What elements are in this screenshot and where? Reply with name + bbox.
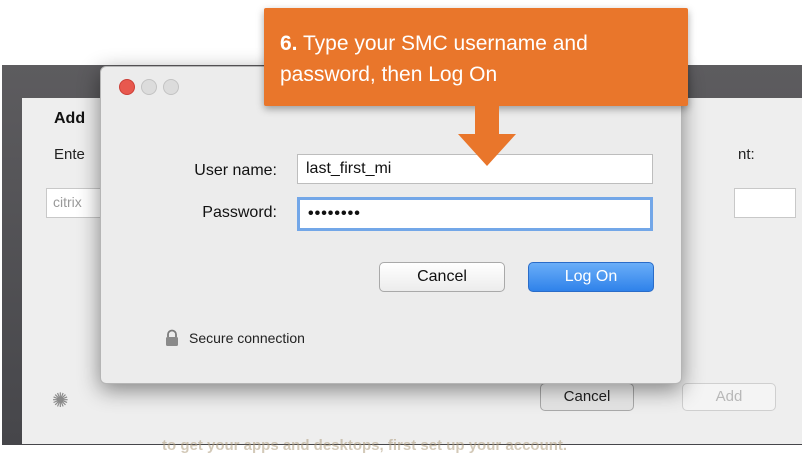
arrow-down-icon xyxy=(458,104,516,166)
enter-instruction-text: Ente xyxy=(54,146,85,163)
password-field[interactable] xyxy=(297,197,653,231)
server-address-input-right[interactable] xyxy=(734,188,796,218)
zoom-window-button[interactable] xyxy=(163,79,179,95)
background-cancel-button[interactable]: Cancel xyxy=(540,383,634,411)
enter-instruction-text-end: nt: xyxy=(738,146,755,163)
secure-connection-indicator: Secure connection xyxy=(163,329,305,347)
add-button[interactable]: Add xyxy=(682,383,776,411)
add-account-heading: Add xyxy=(54,110,86,127)
password-label: Password: xyxy=(202,204,277,221)
close-window-button[interactable] xyxy=(119,79,135,95)
log-on-button[interactable]: Log On xyxy=(528,262,654,292)
spinner-icon: ✺ xyxy=(52,390,69,412)
callout-text: 6. Type your SMC username and password, … xyxy=(280,28,680,90)
username-label: User name: xyxy=(194,162,277,179)
setup-account-text: to get your apps and desktops, first set… xyxy=(162,437,568,454)
callout-instruction: Type your SMC username and password, the… xyxy=(280,32,588,86)
minimize-window-button[interactable] xyxy=(141,79,157,95)
lock-icon xyxy=(166,329,178,346)
server-address-value: citrix xyxy=(53,194,82,210)
secure-connection-label: Secure connection xyxy=(189,330,305,346)
cancel-button[interactable]: Cancel xyxy=(379,262,505,292)
login-dialog: User name: Password: Cancel Log On Secur… xyxy=(100,66,682,384)
callout-step-number: 6. xyxy=(280,32,298,55)
instruction-callout: 6. Type your SMC username and password, … xyxy=(264,8,688,106)
